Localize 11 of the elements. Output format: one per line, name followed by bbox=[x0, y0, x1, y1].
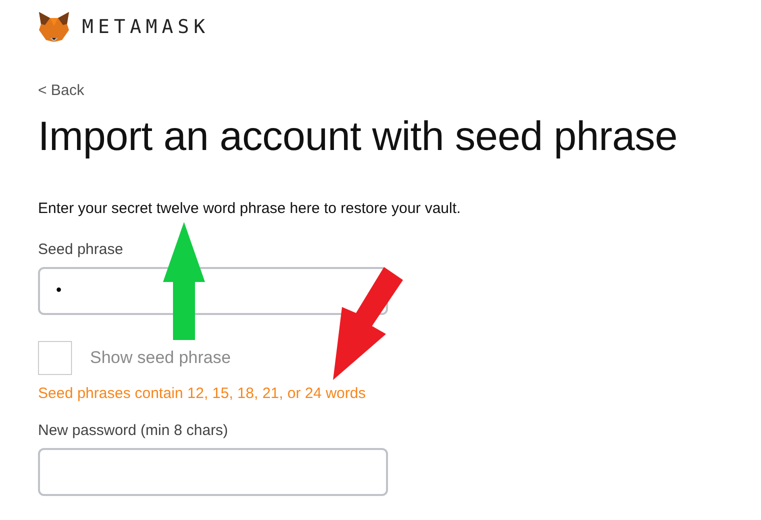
brand-name: METAMASK bbox=[82, 16, 210, 38]
password-field[interactable] bbox=[38, 448, 388, 496]
checkbox[interactable] bbox=[38, 341, 72, 375]
back-link[interactable]: < Back bbox=[38, 82, 84, 99]
instructions: Enter your secret twelve word phrase here to restore your vault. bbox=[38, 200, 462, 217]
field-label: Seed phrase bbox=[38, 241, 124, 258]
field-label: New password (min 8 chars) bbox=[38, 422, 230, 439]
error-message: Seed phrases contain 12, 15, 18, 21, or 24 words bbox=[38, 385, 367, 402]
page-title: Import an account with seed phrase bbox=[38, 113, 678, 160]
fox-logo-icon bbox=[38, 12, 70, 42]
checkbox-label: Show seed phrase bbox=[90, 348, 231, 368]
